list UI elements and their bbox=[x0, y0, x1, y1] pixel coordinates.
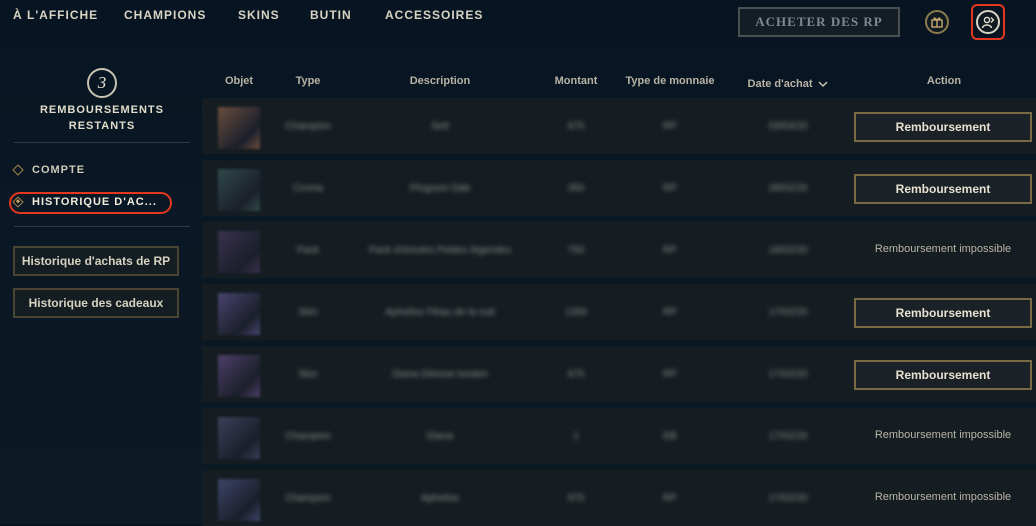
refund-unavailable-text: Remboursement impossible bbox=[874, 429, 1012, 441]
table-row: Skin Aphelios Fléau de la nuit 1350 RP 17/02… bbox=[202, 284, 1036, 340]
cell-amount: 1350 bbox=[564, 307, 588, 318]
header-currency: Type de monnaie bbox=[625, 75, 715, 87]
cell-amount: 975 bbox=[567, 369, 585, 380]
header-action: Action bbox=[926, 75, 962, 87]
sidebar-divider bbox=[14, 226, 190, 227]
item-thumbnail bbox=[218, 293, 260, 335]
refund-button[interactable]: Remboursement bbox=[854, 298, 1032, 328]
item-thumbnail bbox=[218, 355, 260, 397]
cell-date: 18/02/20 bbox=[768, 245, 808, 256]
refund-button-label: Remboursement bbox=[895, 306, 991, 320]
cell-currency: EB bbox=[663, 431, 677, 442]
table-row: Skin Diana Déesse lunaire 975 RP 17/02/20 Rem… bbox=[202, 346, 1036, 402]
header-description: Description bbox=[409, 75, 471, 87]
cell-currency: RP bbox=[663, 369, 677, 380]
refund-button[interactable]: Remboursement bbox=[854, 174, 1032, 204]
cell-date: 17/02/20 bbox=[768, 493, 808, 504]
item-thumbnail bbox=[218, 169, 260, 211]
table-row: Champion Diana 1 EB 17/02/20 Remboursement im… bbox=[202, 408, 1036, 464]
table-row: Pack Pack d'émotes Petites légendes 750 RP 1… bbox=[202, 222, 1036, 278]
diamond-icon bbox=[12, 164, 24, 176]
buy-rp-button[interactable]: ACHETER DES RP bbox=[738, 7, 900, 37]
cell-type: Pack bbox=[296, 245, 320, 256]
cell-date: 28/02/20 bbox=[768, 183, 808, 194]
cell-date: 03/03/20 bbox=[768, 121, 808, 132]
cell-amount: 750 bbox=[567, 245, 585, 256]
table-row: Champion Sett 975 RP 03/03/20 Remboursement bbox=[202, 98, 1036, 154]
cell-amount: 350 bbox=[567, 183, 585, 194]
account-icon[interactable] bbox=[976, 10, 1000, 34]
cell-amount: 1 bbox=[573, 431, 579, 442]
refund-unavailable-text: Remboursement impossible bbox=[874, 243, 1012, 255]
cell-currency: RP bbox=[663, 493, 677, 504]
sidebar: 3 REMBOURSEMENTS RESTANTS COMPTE HISTORI… bbox=[0, 52, 192, 524]
refunds-label-line1: REMBOURSEMENTS bbox=[39, 104, 164, 116]
button-label: Historique d'achats de RP bbox=[21, 254, 171, 268]
cell-currency: RP bbox=[663, 245, 677, 256]
top-navigation: À L'AFFICHE CHAMPIONS SKINS BUTIN ACCESS… bbox=[0, 0, 1036, 52]
cell-description: Aphelios bbox=[420, 493, 460, 504]
sidebar-divider bbox=[14, 142, 190, 143]
cell-description: Aphelios Fléau de la nuit bbox=[385, 307, 495, 318]
cell-amount: 975 bbox=[567, 121, 585, 132]
cell-currency: RP bbox=[663, 307, 677, 318]
cell-type: Skin bbox=[298, 369, 318, 380]
refund-button[interactable]: Remboursement bbox=[854, 360, 1032, 390]
item-thumbnail bbox=[218, 231, 260, 273]
cell-type: Croma bbox=[292, 183, 323, 194]
cell-description: Diana Déesse lunaire bbox=[392, 369, 488, 380]
sidebar-item-purchase-history[interactable]: HISTORIQUE D'AC... bbox=[12, 196, 157, 208]
diamond-filled-icon bbox=[12, 196, 24, 208]
cell-description: Pack d'émotes Petites légendes bbox=[369, 245, 511, 256]
nav-champions[interactable]: CHAMPIONS bbox=[124, 8, 206, 22]
nav-accessories[interactable]: ACCESSOIRES bbox=[385, 8, 483, 22]
cell-date: 17/02/20 bbox=[768, 307, 808, 318]
cell-type: Champion bbox=[285, 431, 331, 442]
table-row: Champion Aphelios 975 RP 17/02/20 Rembourseme… bbox=[202, 470, 1036, 526]
cell-description: Pingouin Dab bbox=[409, 183, 471, 194]
refunds-label-line2: RESTANTS bbox=[68, 120, 136, 132]
refunds-counter: 3 bbox=[87, 68, 117, 98]
chevron-down-icon bbox=[818, 80, 829, 87]
header-item: Objet bbox=[224, 75, 254, 87]
cell-currency: RP bbox=[663, 121, 677, 132]
sidebar-item-label: COMPTE bbox=[32, 164, 86, 176]
nav-loot[interactable]: BUTIN bbox=[310, 8, 352, 22]
cell-amount: 975 bbox=[567, 493, 585, 504]
refund-unavailable-text: Remboursement impossible bbox=[874, 491, 1012, 503]
refund-button-label: Remboursement bbox=[895, 182, 991, 196]
header-type: Type bbox=[295, 75, 321, 87]
item-thumbnail bbox=[218, 479, 260, 521]
nav-featured[interactable]: À L'AFFICHE bbox=[13, 8, 98, 22]
item-thumbnail bbox=[218, 107, 260, 149]
cell-type: Skin bbox=[298, 307, 318, 318]
refund-button-label: Remboursement bbox=[895, 368, 991, 382]
gift-icon[interactable] bbox=[925, 10, 949, 34]
cell-currency: RP bbox=[663, 183, 677, 194]
rp-purchase-history-button[interactable]: Historique d'achats de RP bbox=[13, 246, 179, 276]
nav-skins[interactable]: SKINS bbox=[238, 8, 280, 22]
item-thumbnail bbox=[218, 417, 260, 459]
header-date-label: Date d'achat bbox=[747, 78, 813, 90]
cell-type: Champion bbox=[285, 493, 331, 504]
button-label: Historique des cadeaux bbox=[28, 296, 164, 310]
gift-history-button[interactable]: Historique des cadeaux bbox=[13, 288, 179, 318]
refund-button[interactable]: Remboursement bbox=[854, 112, 1032, 142]
cell-date: 17/02/20 bbox=[768, 431, 808, 442]
refund-button-label: Remboursement bbox=[895, 120, 991, 134]
cell-description: Sett bbox=[431, 121, 449, 132]
header-date[interactable]: Date d'achat bbox=[742, 78, 834, 90]
cell-type: Champion bbox=[285, 121, 331, 132]
table-row: Croma Pingouin Dab 350 RP 28/02/20 Remboursem… bbox=[202, 160, 1036, 216]
buy-rp-label: ACHETER DES RP bbox=[755, 14, 883, 29]
cell-date: 17/02/20 bbox=[768, 369, 808, 380]
sidebar-item-label: HISTORIQUE D'AC... bbox=[32, 196, 157, 208]
purchase-history-table: Objet Type Description Montant Type de m… bbox=[202, 66, 1036, 526]
refunds-label: REMBOURSEMENTS RESTANTS bbox=[14, 102, 190, 134]
sidebar-item-account[interactable]: COMPTE bbox=[12, 164, 86, 176]
cell-description: Diana bbox=[426, 431, 454, 442]
header-amount: Montant bbox=[554, 75, 598, 87]
